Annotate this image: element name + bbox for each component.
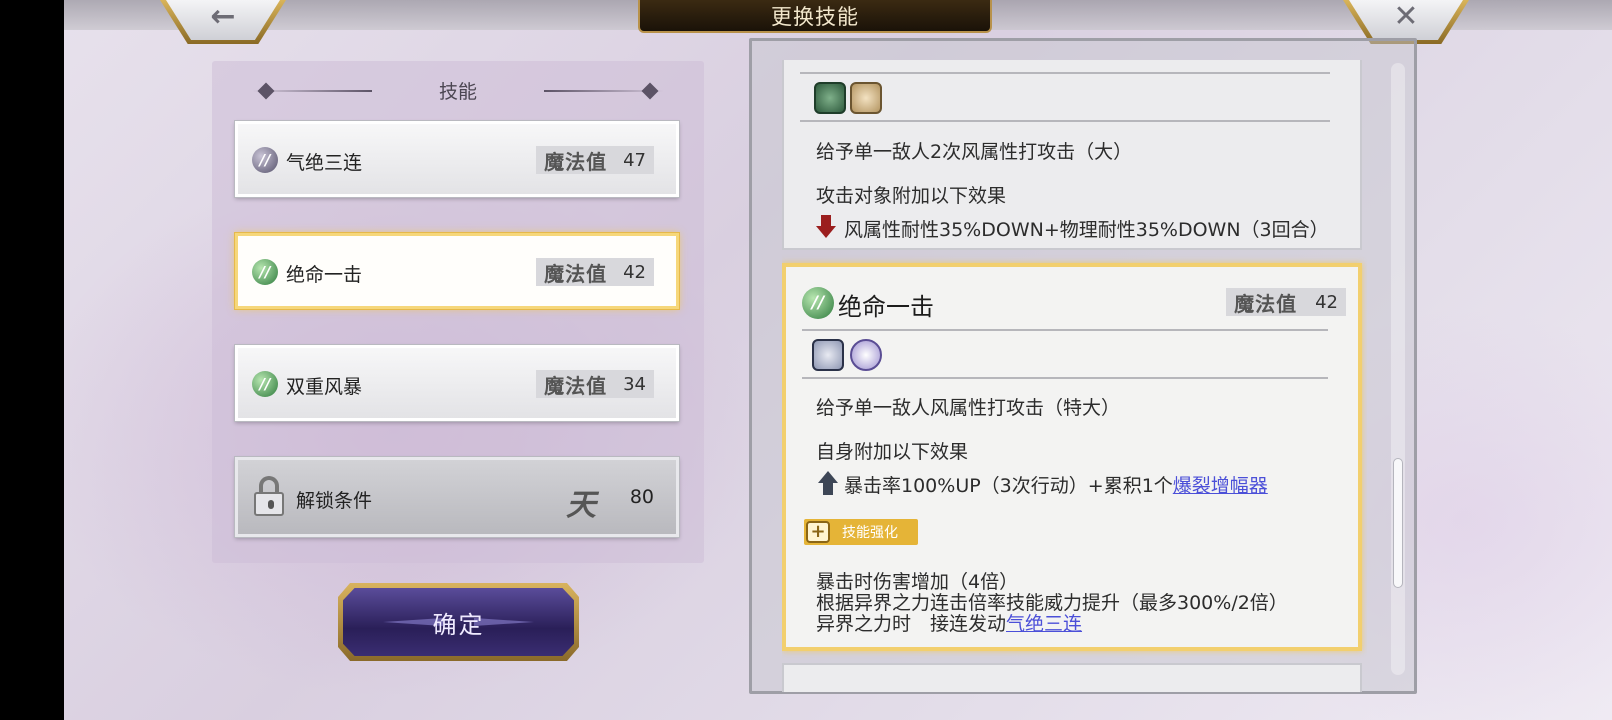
lock-icon <box>252 476 286 516</box>
burst-amplifier-link[interactable]: 爆裂增幅器 <box>1173 475 1268 497</box>
skill-option-qijue-sanlian[interactable]: // 气绝三连 魔法值 47 <box>235 121 679 197</box>
mp-value: 34 <box>623 373 646 395</box>
burst-amplifier-icon <box>850 339 882 371</box>
detail-text: 异界之力时 接连发动 <box>816 613 1007 635</box>
skill-wind-icon: // <box>252 371 278 397</box>
detail-line: 给予单一敌人风属性打攻击（特大） <box>816 397 1121 419</box>
mp-label: 魔法值 <box>544 261 608 286</box>
detail-line: 自身附加以下效果 <box>816 441 969 463</box>
heaven-rank-icon: 天 <box>566 488 596 523</box>
mp-label: 魔法值 <box>544 373 608 398</box>
skill-wind-icon: // <box>252 259 278 285</box>
game-screen: ← 更换技能 ✕ 技能 // 气绝三连 魔法值 47 // 绝命一击 魔法值 4… <box>64 0 1612 720</box>
plus-icon: + <box>806 521 830 543</box>
unlock-condition-value: 80 <box>629 486 654 508</box>
detail-text: 暴击率100%UP（3次行动）+累积1个 <box>844 475 1173 497</box>
skill-option-locked[interactable]: 解锁条件 天 80 <box>235 457 679 537</box>
skill-option-jueming-yiji[interactable]: // 绝命一击 魔法值 42 <box>235 233 679 309</box>
page-title: 更换技能 <box>771 4 859 29</box>
mp-value: 47 <box>623 149 646 171</box>
mp-label: 魔法值 <box>544 149 608 174</box>
skill-detail-card <box>782 663 1362 692</box>
detail-line: 风属性耐性35%DOWN+物理耐性35%DOWN（3回合） <box>844 219 1329 241</box>
scrollbar-thumb[interactable] <box>1393 458 1403 588</box>
selected-skill-detail-card: // 绝命一击 魔法值 42 给予单一敌人风属性打攻击（特大） 自身附加以下效果… <box>782 263 1362 651</box>
detail-scrollbar[interactable] <box>1391 63 1405 675</box>
enhance-line: 异界之力时 接连发动气绝三连 <box>816 609 1082 636</box>
mp-cost-badge: 魔法值 42 <box>1226 288 1346 316</box>
title-plate: 更换技能 <box>638 0 992 33</box>
close-icon: ✕ <box>1393 0 1419 34</box>
skill-purple-icon: // <box>252 147 278 173</box>
confirm-button[interactable]: 确定 <box>338 583 579 661</box>
debuff-down-arrow-icon <box>816 215 836 239</box>
detail-line: 给予单一敌人2次风属性打攻击（大） <box>816 141 1133 163</box>
unlock-condition-label: 解锁条件 <box>296 490 373 512</box>
physical-resist-down-icon <box>850 82 882 114</box>
detail-skill-title: 绝命一击 <box>838 293 934 321</box>
skill-list-header: 技能 <box>212 75 704 105</box>
skill-option-name: 气绝三连 <box>286 152 363 174</box>
ornament-diamond-icon <box>257 82 275 100</box>
back-button[interactable]: ← <box>160 0 286 44</box>
skill-option-name: 双重风暴 <box>286 376 363 398</box>
skill-list-heading: 技能 <box>438 80 477 103</box>
skill-detail-card: 给予单一敌人2次风属性打攻击（大） 攻击对象附加以下效果 风属性耐性35%DOW… <box>782 60 1362 250</box>
detail-line: 攻击对象附加以下效果 <box>816 185 1007 207</box>
mp-cost-badge: 魔法值 34 <box>536 370 654 398</box>
mp-cost-badge: 魔法值 47 <box>536 146 654 174</box>
buff-up-arrow-icon <box>818 471 838 495</box>
back-arrow-icon: ← <box>210 0 236 34</box>
skill-option-name: 绝命一击 <box>286 264 363 286</box>
skill-list-panel: 技能 // 气绝三连 魔法值 47 // 绝命一击 魔法值 42 // 双重风暴… <box>212 61 704 563</box>
mp-cost-badge: 魔法值 42 <box>536 258 654 286</box>
skill-detail-list[interactable]: 给予单一敌人2次风属性打攻击（大） 攻击对象附加以下效果 风属性耐性35%DOW… <box>782 60 1367 692</box>
skill-option-shuangzhong-fengbao[interactable]: // 双重风暴 魔法值 34 <box>235 345 679 421</box>
critical-up-icon <box>812 339 844 371</box>
qijue-sanlian-link[interactable]: 气绝三连 <box>1006 613 1082 635</box>
ornament-line <box>544 90 664 92</box>
mp-value: 42 <box>1315 291 1338 313</box>
confirm-button-label: 确定 <box>432 610 485 639</box>
skill-enhance-badge: + 技能强化 <box>804 519 918 545</box>
wind-resist-down-icon <box>814 82 846 114</box>
skill-wind-icon: // <box>802 287 834 319</box>
mp-label: 魔法值 <box>1234 291 1298 316</box>
mp-value: 42 <box>623 261 646 283</box>
skill-enhance-label: 技能强化 <box>842 525 898 541</box>
detail-line: 暴击率100%UP（3次行动）+累积1个爆裂增幅器 <box>844 471 1268 498</box>
